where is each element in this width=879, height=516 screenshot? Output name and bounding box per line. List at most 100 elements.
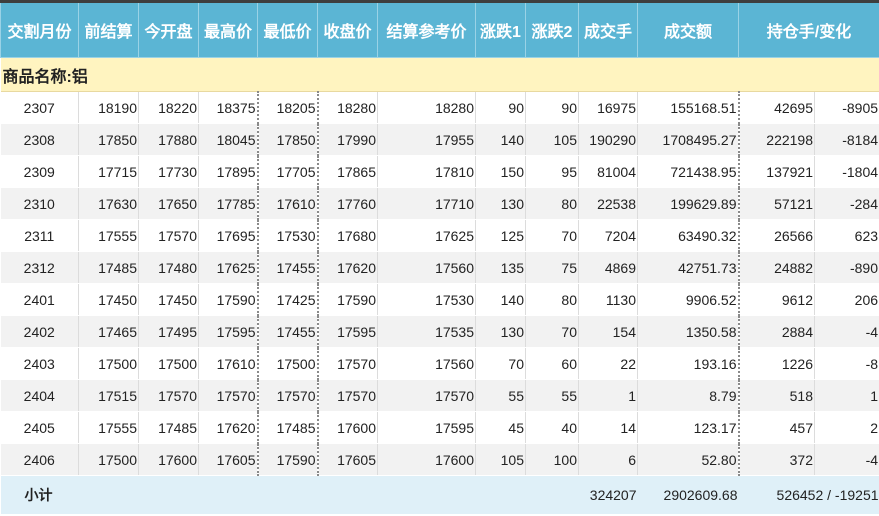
cell-prev-settle: 18190 bbox=[78, 91, 139, 124]
subtotal-volume: 324207 bbox=[578, 475, 638, 514]
col-header-low[interactable]: 最低价 bbox=[257, 0, 318, 58]
cell-high: 17590 bbox=[198, 283, 259, 316]
cell-prev-settle: 17485 bbox=[78, 251, 139, 284]
subtotal-empty bbox=[525, 475, 579, 514]
table-row[interactable]: 2405 17555 17485 17620 17485 17600 17595 45 40 14… bbox=[0, 411, 879, 444]
cell-open: 17495 bbox=[138, 315, 199, 348]
table-row[interactable]: 2310 17630 17650 17785 17610 17760 17710 130 80 2… bbox=[0, 187, 879, 220]
cell-close: 17605 bbox=[317, 443, 378, 476]
cell-volume: 14 bbox=[578, 411, 638, 444]
cell-month: 2312 bbox=[0, 251, 79, 284]
subtotal-open-interest: 526452 / -19251 bbox=[738, 475, 879, 514]
cell-change1: 130 bbox=[475, 315, 526, 348]
quote-rows: 2307 18190 18220 18375 18205 18280 18280 90 90 16… bbox=[0, 91, 879, 476]
table-row[interactable]: 2404 17515 17570 17570 17570 17570 17570 55 55 1 8… bbox=[0, 379, 879, 412]
col-header-change2[interactable]: 涨跌2 bbox=[525, 0, 579, 58]
cell-change2: 70 bbox=[525, 219, 579, 252]
cell-volume: 4869 bbox=[578, 251, 638, 284]
cell-high: 18375 bbox=[198, 91, 259, 124]
cell-oi-change: -8 bbox=[814, 347, 879, 380]
cell-oi-change: -284 bbox=[814, 187, 879, 220]
cell-high: 18045 bbox=[198, 123, 259, 156]
col-header-settle-ref[interactable]: 结算参考价 bbox=[377, 0, 476, 58]
cell-open: 17570 bbox=[138, 219, 199, 252]
cell-low: 17610 bbox=[257, 187, 319, 220]
cell-settle-ref: 17810 bbox=[377, 155, 476, 188]
cell-prev-settle: 17500 bbox=[78, 347, 139, 380]
table-row[interactable]: 2308 17850 17880 18045 17850 17990 17955 140 105… bbox=[0, 123, 879, 156]
cell-month: 2308 bbox=[0, 123, 79, 156]
col-header-volume[interactable]: 成交手 bbox=[578, 0, 638, 58]
cell-oi-change: 206 bbox=[814, 283, 879, 316]
col-header-turnover[interactable]: 成交额 bbox=[637, 0, 739, 58]
col-header-change1[interactable]: 涨跌1 bbox=[475, 0, 526, 58]
cell-low: 17485 bbox=[257, 411, 319, 444]
cell-volume: 7204 bbox=[578, 219, 638, 252]
cell-change2: 80 bbox=[525, 187, 579, 220]
cell-high: 17610 bbox=[198, 347, 259, 380]
cell-open: 17730 bbox=[138, 155, 199, 188]
col-header-delivery-month[interactable]: 交割月份 bbox=[0, 0, 79, 58]
col-header-open-interest[interactable]: 持仓手/变化 bbox=[737, 0, 879, 58]
table-row[interactable]: 2402 17465 17495 17595 17455 17595 17535 130 70 1… bbox=[0, 315, 879, 348]
cell-close: 17620 bbox=[317, 251, 378, 284]
col-header-high[interactable]: 最高价 bbox=[198, 0, 258, 58]
cell-open-interest: 372 bbox=[738, 443, 815, 476]
cell-open-interest: 518 bbox=[738, 379, 815, 412]
cell-turnover: 63490.32 bbox=[637, 219, 740, 252]
table-row[interactable]: 2401 17450 17450 17590 17425 17590 17530 140 80 1… bbox=[0, 283, 879, 316]
cell-low: 17425 bbox=[257, 283, 319, 316]
col-header-prev-settle[interactable]: 前结算 bbox=[78, 0, 139, 58]
cell-turnover: 1350.58 bbox=[637, 315, 740, 348]
table-row[interactable]: 2403 17500 17500 17610 17500 17570 17560 70 60 22… bbox=[0, 347, 879, 380]
cell-oi-change: -8184 bbox=[814, 123, 879, 156]
cell-volume: 1130 bbox=[578, 283, 638, 316]
cell-high: 17695 bbox=[198, 219, 259, 252]
cell-volume: 22 bbox=[578, 347, 638, 380]
cell-open-interest: 42695 bbox=[738, 91, 815, 124]
cell-prev-settle: 17555 bbox=[78, 411, 139, 444]
col-header-open[interactable]: 今开盘 bbox=[138, 0, 199, 58]
cell-volume: 6 bbox=[578, 443, 638, 476]
cell-oi-change: -4 bbox=[814, 443, 879, 476]
cell-oi-change: -890 bbox=[814, 251, 879, 284]
cell-change1: 130 bbox=[475, 187, 526, 220]
subtotal-empty bbox=[475, 475, 526, 514]
cell-open: 17650 bbox=[138, 187, 199, 220]
cell-volume: 81004 bbox=[578, 155, 638, 188]
subtotal-label: 小计 bbox=[0, 475, 79, 514]
cell-turnover: 8.79 bbox=[637, 379, 740, 412]
table-row[interactable]: 2311 17555 17570 17695 17530 17680 17625 125 70 7… bbox=[0, 219, 879, 252]
cell-close: 17600 bbox=[317, 411, 378, 444]
cell-volume: 1 bbox=[578, 379, 638, 412]
cell-month: 2402 bbox=[0, 315, 79, 348]
subtotal-turnover: 2902609.68 bbox=[637, 475, 739, 514]
cell-prev-settle: 17500 bbox=[78, 443, 139, 476]
cell-change1: 140 bbox=[475, 283, 526, 316]
cell-high: 17605 bbox=[198, 443, 259, 476]
cell-settle-ref: 17600 bbox=[377, 443, 476, 476]
cell-prev-settle: 17555 bbox=[78, 219, 139, 252]
cell-settle-ref: 17535 bbox=[377, 315, 476, 348]
cell-change1: 55 bbox=[475, 379, 526, 412]
cell-close: 17595 bbox=[317, 315, 378, 348]
cell-change1: 150 bbox=[475, 155, 526, 188]
cell-turnover: 52.80 bbox=[637, 443, 740, 476]
cell-oi-change: 623 bbox=[814, 219, 879, 252]
cell-close: 17590 bbox=[317, 283, 378, 316]
cell-turnover: 721438.95 bbox=[637, 155, 740, 188]
cell-month: 2309 bbox=[0, 155, 79, 188]
cell-high: 17785 bbox=[198, 187, 259, 220]
table-row[interactable]: 2309 17715 17730 17895 17705 17865 17810 150 95 8… bbox=[0, 155, 879, 188]
cell-high: 17570 bbox=[198, 379, 259, 412]
table-row[interactable]: 2307 18190 18220 18375 18205 18280 18280 90 90 16… bbox=[0, 91, 879, 124]
cell-settle-ref: 17560 bbox=[377, 251, 476, 284]
table-row[interactable]: 2406 17500 17600 17605 17590 17605 17600 105 100… bbox=[0, 443, 879, 476]
cell-open: 18220 bbox=[138, 91, 199, 124]
cell-low: 17530 bbox=[257, 219, 319, 252]
col-header-close[interactable]: 收盘价 bbox=[317, 0, 378, 58]
cell-change2: 60 bbox=[525, 347, 579, 380]
table-row[interactable]: 2312 17485 17480 17625 17455 17620 17560 135 75 4… bbox=[0, 251, 879, 284]
cell-oi-change: 1 bbox=[814, 379, 879, 412]
cell-change2: 90 bbox=[525, 91, 579, 124]
